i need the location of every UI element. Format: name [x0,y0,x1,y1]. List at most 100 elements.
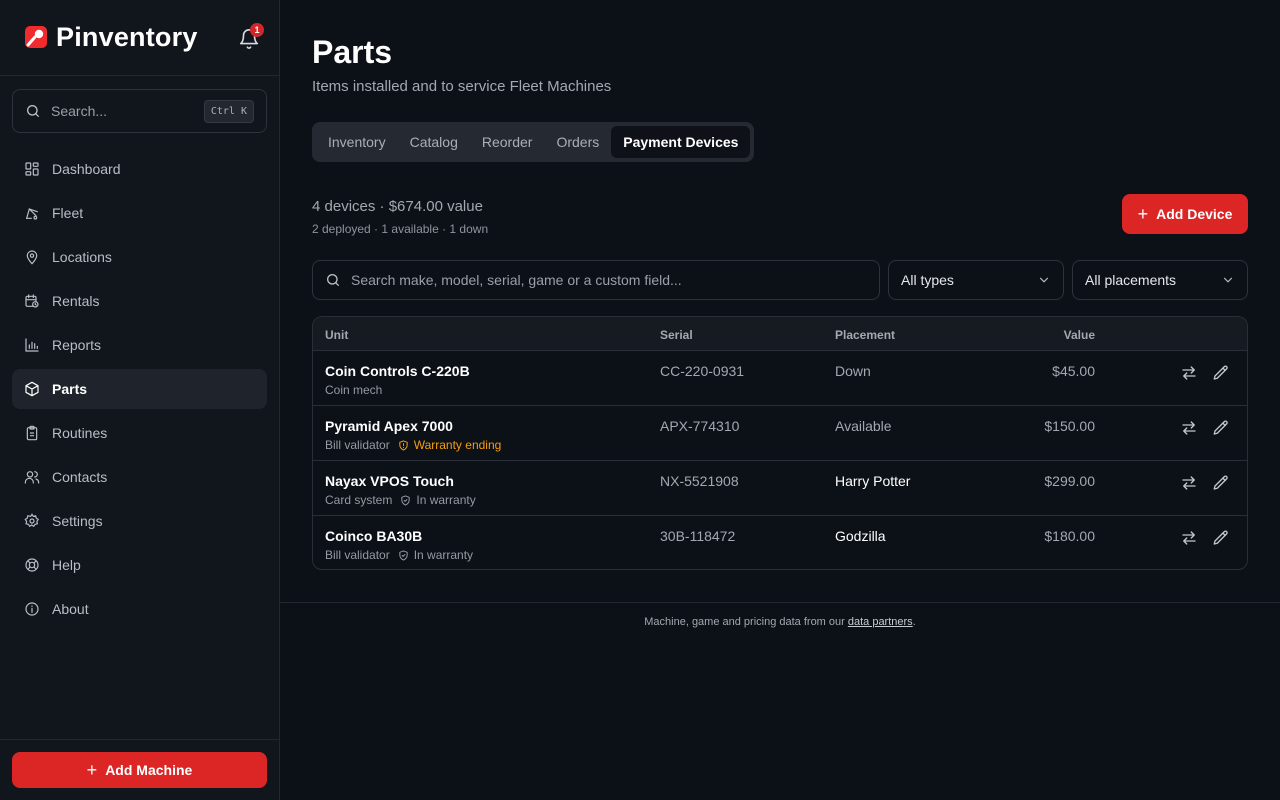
sidebar-item-routines[interactable]: Routines [12,413,267,453]
table-row[interactable]: Coinco BA30B Bill validator In warranty … [313,516,1247,569]
transfer-icon[interactable] [1180,419,1198,437]
table-row[interactable]: Coin Controls C-220B Coin mech CC-220-09… [313,351,1247,406]
table-row[interactable]: Pyramid Apex 7000 Bill validator Warrant… [313,406,1247,461]
add-device-button[interactable]: + Add Device [1122,194,1248,234]
table-row[interactable]: Nayax VPOS Touch Card system In warranty… [313,461,1247,516]
main-content: Parts Items installed and to service Fle… [280,0,1280,800]
map-pin-icon [26,250,38,265]
search-placeholder: Search make, model, serial, game or a cu… [351,272,682,288]
shield-check-icon [399,549,408,561]
device-value: $150.00 [1044,418,1095,434]
sidebar-item-dashboard[interactable]: Dashboard [12,149,267,189]
column-placement: Placement [835,328,896,342]
device-meta: Card system In warranty [325,493,476,507]
add-device-label: Add Device [1156,206,1233,222]
bar-chart-icon [25,338,39,352]
devices-table: Unit Serial Placement Value Coin Control… [312,316,1248,570]
footer-divider [280,602,1280,603]
device-type: Bill validator [325,438,390,452]
sidebar: Pinventory 1 Search... Ctrl K Dashboard … [0,0,280,800]
sidebar-nav: Dashboard Fleet Locations Rentals Report… [12,149,267,633]
search-shortcut: Ctrl K [203,99,254,123]
info-icon [25,602,39,616]
edit-icon[interactable] [1212,419,1230,437]
sidebar-item-label: Locations [52,249,112,265]
device-value: $299.00 [1044,473,1095,489]
device-serial: APX-774310 [660,418,740,434]
sidebar-item-fleet[interactable]: Fleet [12,193,267,233]
transfer-icon[interactable] [1180,474,1198,492]
tab-orders[interactable]: Orders [544,126,611,158]
sidebar-item-label: Routines [52,425,108,441]
transfer-icon[interactable] [1180,529,1198,547]
sidebar-item-help[interactable]: Help [12,545,267,585]
parts-tabs: Inventory Catalog Reorder Orders Payment… [312,122,755,162]
devices-status-summary: 2 deployed · 1 available · 1 down [312,222,489,236]
shield-alert-icon [399,439,408,451]
notification-badge: 1 [250,23,264,37]
device-serial: 30B-118472 [660,528,736,544]
warranty-label: Warranty ending [413,438,502,452]
warranty-label: In warranty [416,493,476,507]
sidebar-item-contacts[interactable]: Contacts [12,457,267,497]
device-name: Coin Controls C-220B [325,363,470,379]
sidebar-item-parts[interactable]: Parts [12,369,267,409]
device-placement: Down [835,363,871,379]
warranty-status: Warranty ending [398,438,502,452]
search-placeholder: Search... [51,103,108,119]
sidebar-item-rentals[interactable]: Rentals [12,281,267,321]
divider [0,739,279,740]
tab-payment-devices[interactable]: Payment Devices [611,126,751,158]
edit-icon[interactable] [1212,474,1230,492]
sidebar-item-label: Contacts [52,469,108,485]
type-filter-value: All types [901,272,954,288]
device-placement[interactable]: Harry Potter [835,473,910,489]
warranty-status: In warranty [400,493,476,507]
edit-icon[interactable] [1212,364,1230,382]
edit-icon[interactable] [1212,529,1230,547]
sidebar-item-reports[interactable]: Reports [12,325,267,365]
tab-inventory[interactable]: Inventory [316,126,398,158]
brand[interactable]: Pinventory [24,20,198,54]
plus-icon: + [1137,204,1149,224]
tab-reorder[interactable]: Reorder [470,126,545,158]
warranty-label: In warranty [413,548,474,562]
device-name: Coinco BA30B [325,528,423,544]
device-value: $180.00 [1044,528,1095,544]
sidebar-item-label: Reports [52,337,102,353]
placement-filter-value: All placements [1085,272,1177,288]
add-machine-button[interactable]: + Add Machine [12,752,267,788]
sidebar-item-label: Help [52,557,81,573]
search-icon [27,105,39,117]
device-placement[interactable]: Godzilla [835,528,886,544]
device-search-input[interactable]: Search make, model, serial, game or a cu… [312,260,880,300]
pinventory-logo-icon [25,26,47,48]
gear-icon [24,513,40,528]
sidebar-item-about[interactable]: About [12,589,267,629]
data-partners-link[interactable]: data partners [848,616,913,628]
device-type: Coin mech [325,383,383,397]
device-type: Bill validator [325,548,390,562]
sidebar-item-label: Dashboard [52,161,121,177]
chevron-down-icon [1039,277,1049,283]
sidebar-search-input[interactable]: Search... Ctrl K [12,89,267,133]
device-name: Nayax VPOS Touch [325,473,454,489]
page-subtitle: Items installed and to service Fleet Mac… [312,78,612,95]
sidebar-item-label: Settings [52,513,103,529]
chevron-down-icon [1223,277,1233,283]
sidebar-item-settings[interactable]: Settings [12,501,267,541]
search-icon [327,274,339,286]
placement-filter-select[interactable]: All placements [1072,260,1248,300]
tab-catalog[interactable]: Catalog [398,126,470,158]
package-icon [25,381,39,397]
sidebar-item-label: Parts [52,381,88,397]
sidebar-item-locations[interactable]: Locations [12,237,267,277]
type-filter-select[interactable]: All types [888,260,1064,300]
column-serial: Serial [660,328,693,342]
sidebar-item-label: About [52,601,89,617]
add-machine-label: Add Machine [105,762,193,778]
footer-end: . [912,616,916,628]
plus-icon: + [86,760,98,780]
warranty-status: In warranty [398,548,473,562]
transfer-icon[interactable] [1180,364,1198,382]
